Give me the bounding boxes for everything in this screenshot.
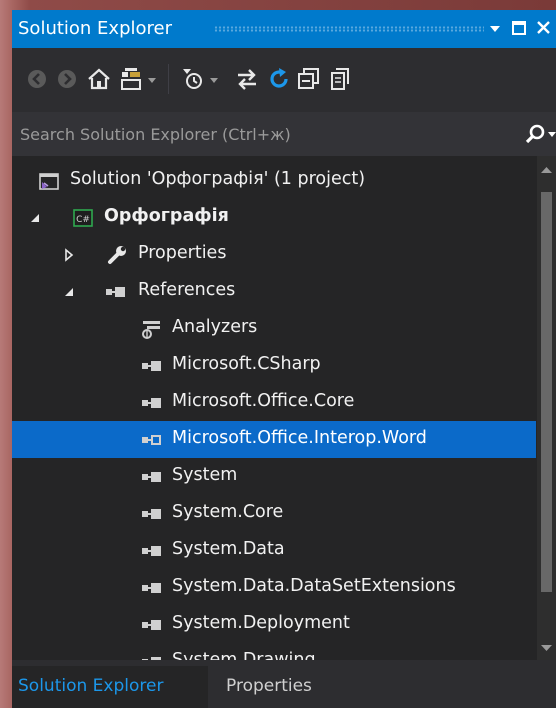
reference-icon [142, 472, 161, 482]
reference-icon [142, 583, 161, 593]
reference-icon [142, 435, 161, 445]
switch-views-icon[interactable] [118, 66, 144, 92]
bottom-tab-strip: Solution Explorer Properties [12, 660, 556, 708]
svg-text:C#: C# [76, 215, 90, 225]
reference-icon [142, 620, 161, 630]
expanded-arrow-icon[interactable] [62, 285, 76, 299]
tree-item-reference-selected[interactable]: Microsoft.Office.Interop.Word [12, 421, 536, 458]
tree-item-label: References [138, 280, 236, 300]
tree-item-reference[interactable]: Microsoft.CSharp [12, 347, 536, 384]
tree-item-label: System [172, 465, 238, 485]
back-icon[interactable] [24, 66, 50, 92]
wrench-icon [108, 246, 126, 264]
tree-item-reference[interactable]: System.Drawing [12, 643, 536, 660]
tree-item-reference[interactable]: System [12, 458, 536, 495]
reference-icon [142, 398, 161, 408]
dropdown-arrow-icon[interactable] [484, 17, 506, 39]
forward-icon[interactable] [54, 66, 80, 92]
reference-icon [142, 361, 161, 371]
search-options-arrow-icon[interactable] [548, 132, 556, 138]
vertical-scrollbar[interactable] [537, 156, 556, 660]
tree-item-project[interactable]: C# Орфографія [12, 199, 536, 236]
expanded-arrow-icon[interactable] [28, 211, 42, 225]
tab-solution-explorer[interactable]: Solution Explorer [12, 666, 208, 708]
tree-item-label: Орфографія [104, 206, 229, 226]
tree-item-analyzers[interactable]: Analyzers [12, 310, 536, 347]
tree-item-label: Microsoft.Office.Interop.Word [172, 428, 427, 448]
csharp-project-icon: C# [73, 209, 93, 227]
toolbar [12, 48, 556, 112]
close-icon[interactable] [532, 17, 556, 39]
toolbar-separator [168, 64, 169, 94]
show-all-files-icon[interactable] [328, 66, 354, 92]
tree-item-references[interactable]: References [12, 273, 536, 310]
analyzer-icon [142, 321, 160, 339]
home-icon[interactable] [86, 66, 112, 92]
tree-item-solution[interactable]: Solution 'Орфографія' (1 project) [12, 162, 536, 199]
tree-item-label: Solution 'Орфографія' (1 project) [70, 169, 366, 189]
sync-with-active-document-icon[interactable] [234, 66, 260, 92]
pending-changes-filter-icon[interactable] [180, 66, 206, 92]
solution-icon [39, 173, 59, 190]
title-bar[interactable]: Solution Explorer [12, 10, 556, 48]
reference-icon [142, 657, 161, 660]
refresh-icon[interactable] [266, 66, 292, 92]
reference-icon [106, 287, 125, 297]
scroll-up-arrow-icon[interactable] [541, 166, 552, 174]
tree-item-reference[interactable]: System.Core [12, 495, 536, 532]
panel-title: Solution Explorer [18, 18, 172, 39]
collapse-all-icon[interactable] [296, 66, 322, 92]
drag-grip[interactable] [214, 26, 484, 32]
scrollbar-thumb[interactable] [541, 192, 552, 592]
tree-item-reference[interactable]: Microsoft.Office.Core [12, 384, 536, 421]
tree-item-label: Analyzers [172, 317, 258, 337]
tree-item-label: Properties [138, 243, 227, 263]
solution-explorer-panel: Solution Explorer Search Solution Explor… [12, 10, 556, 708]
tree-item-reference[interactable]: System.Deployment [12, 606, 536, 643]
tree-item-label: System.Deployment [172, 613, 350, 633]
tab-properties[interactable]: Properties [218, 666, 368, 708]
search-input[interactable] [12, 112, 520, 156]
tree-item-label: System.Drawing [172, 650, 316, 660]
tree-item-label: System.Data [172, 539, 285, 559]
tree-item-label: Microsoft.Office.Core [172, 391, 355, 411]
reference-icon [142, 509, 161, 519]
tree-item-label: System.Data.DataSetExtensions [172, 576, 456, 596]
tree-item-label: Microsoft.CSharp [172, 354, 321, 374]
reference-icon [142, 546, 161, 556]
search-box[interactable] [12, 112, 556, 156]
tree-item-reference[interactable]: System.Data [12, 532, 536, 569]
tree-item-properties[interactable]: Properties [12, 236, 536, 273]
collapsed-arrow-icon[interactable] [62, 248, 76, 262]
filter-dropdown-icon[interactable] [208, 66, 222, 92]
maximize-icon[interactable] [508, 17, 530, 39]
search-icon[interactable] [524, 123, 546, 145]
scroll-down-arrow-icon[interactable] [541, 644, 552, 652]
tree-item-label: System.Core [172, 502, 284, 522]
switch-views-dropdown-icon[interactable] [146, 66, 160, 92]
tree-item-reference[interactable]: System.Data.DataSetExtensions [12, 569, 536, 606]
solution-tree: Solution 'Орфографія' (1 project) C# Орф… [12, 162, 536, 660]
